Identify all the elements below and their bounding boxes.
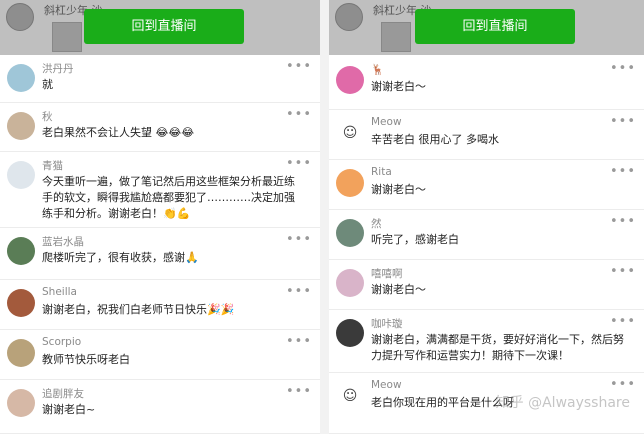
comment-text: 谢谢老白～ <box>371 183 426 196</box>
more-icon[interactable]: ••• <box>286 156 312 171</box>
more-icon[interactable]: ••• <box>610 214 636 229</box>
comment-author[interactable]: 洪丹丹 <box>42 61 74 76</box>
avatar[interactable] <box>7 64 35 92</box>
comment-item: 嘻嘻啊谢谢老白～ ••• <box>329 260 644 310</box>
comment-text: 听完了，感谢老白 <box>371 233 459 246</box>
comment-text: 教师节快乐呀老白 <box>42 353 130 366</box>
more-icon[interactable]: ••• <box>610 164 636 179</box>
more-icon[interactable]: ••• <box>610 61 636 76</box>
comment-text: 谢谢老白～ <box>371 283 426 296</box>
smiley-icon: ☺ <box>342 388 358 404</box>
comment-author[interactable]: Meow <box>371 116 402 128</box>
avatar[interactable] <box>336 319 364 347</box>
comment-text: 谢谢老白，满满都是干货，要好好消化一下，然后努力提升写作和运营实力！期待下一次课… <box>371 333 624 362</box>
avatar[interactable] <box>7 389 35 417</box>
comment-text: 谢谢老白，祝我们白老师节日快乐🎉🎉 <box>42 303 235 316</box>
host-avatar <box>6 3 34 31</box>
more-icon[interactable]: ••• <box>286 334 312 349</box>
avatar[interactable] <box>7 237 35 265</box>
watermark: 知乎 @Alwaysshare <box>495 395 630 411</box>
return-to-live-button[interactable]: 回到直播间 <box>84 9 244 44</box>
comment-item: Sheilla 谢谢老白，祝我们白老师节日快乐🎉🎉 ••• <box>0 280 320 330</box>
avatar[interactable] <box>7 112 35 140</box>
more-icon[interactable]: ••• <box>610 114 636 129</box>
comment-item: 洪丹丹就 ••• <box>0 55 320 103</box>
comment-author[interactable]: Meow <box>371 379 402 391</box>
avatar[interactable]: ☺ <box>336 382 364 410</box>
comment-text: 辛苦老白 很用心了 多喝水 <box>371 133 499 146</box>
return-to-live-button[interactable]: 回到直播间 <box>415 9 575 44</box>
comment-text: 老白果然不会让人失望 😂😂😂 <box>42 126 195 139</box>
comment-author[interactable]: 蓝岩水晶 <box>42 234 84 249</box>
comment-item: 蓝岩水晶爬楼听完了，很有收获，感谢🙏 ••• <box>0 228 320 280</box>
comment-item: Scorpio 教师节快乐呀老白 ••• <box>0 330 320 380</box>
avatar[interactable] <box>336 66 364 94</box>
live-thumbnail <box>381 22 411 52</box>
avatar[interactable] <box>7 289 35 317</box>
comment-item: 青猫今天重听一遍，做了笔记然后用这些框架分析最近练手的软文，瞬得我尴尬癌都要犯了… <box>0 152 320 228</box>
avatar[interactable] <box>336 269 364 297</box>
comment-panel-left: 斜杠少年·沙 回到直播间 洪丹丹就 ••• 秋老白果然不会让人失望 😂😂😂 ••• 青猫… <box>0 0 320 434</box>
comment-author[interactable]: 青猫 <box>42 158 63 173</box>
comment-item: 🦌 谢谢老白～ ••• <box>329 57 644 110</box>
comment-author[interactable]: Rita <box>371 166 392 178</box>
more-icon[interactable]: ••• <box>610 314 636 329</box>
avatar[interactable]: ☺ <box>336 119 364 147</box>
comment-text: 爬楼听完了，很有收获，感谢🙏 <box>42 251 199 264</box>
comment-author[interactable]: 然 <box>371 216 382 231</box>
comment-author[interactable]: Scorpio <box>42 336 81 348</box>
more-icon[interactable]: ••• <box>610 377 636 392</box>
comment-item: 追剧胖友谢谢老白~ ••• <box>0 380 320 434</box>
comment-author[interactable]: 追剧胖友 <box>42 386 84 401</box>
comment-author[interactable]: 🦌 <box>371 63 384 76</box>
more-icon[interactable]: ••• <box>286 284 312 299</box>
smiley-icon: ☺ <box>342 125 358 141</box>
avatar[interactable] <box>7 161 35 189</box>
more-icon[interactable]: ••• <box>286 232 312 247</box>
comment-author[interactable]: 嘻嘻啊 <box>371 266 403 281</box>
comment-item: 咖咔璇谢谢老白，满满都是干货，要好好消化一下，然后努力提升写作和运营实力！期待下… <box>329 310 644 373</box>
comment-text: 就 <box>42 78 53 91</box>
panel-divider <box>320 0 329 434</box>
comment-text: 今天重听一遍，做了笔记然后用这些框架分析最近练手的软文，瞬得我尴尬癌都要犯了……… <box>42 175 295 220</box>
host-avatar <box>335 3 363 31</box>
comment-text: 谢谢老白~ <box>42 403 96 416</box>
comment-author[interactable]: Sheilla <box>42 286 77 298</box>
avatar[interactable] <box>7 339 35 367</box>
more-icon[interactable]: ••• <box>610 264 636 279</box>
comment-author[interactable]: 秋 <box>42 109 53 124</box>
more-icon[interactable]: ••• <box>286 59 312 74</box>
live-thumbnail <box>52 22 82 52</box>
comment-item: 然听完了，感谢老白 ••• <box>329 210 644 260</box>
more-icon[interactable]: ••• <box>286 384 312 399</box>
comment-text: 谢谢老白～ <box>371 80 426 93</box>
avatar[interactable] <box>336 169 364 197</box>
comment-item: ☺ Meow 辛苦老白 很用心了 多喝水 ••• <box>329 110 644 160</box>
comment-item: 秋老白果然不会让人失望 😂😂😂 ••• <box>0 103 320 152</box>
comment-item: Rita 谢谢老白～ ••• <box>329 160 644 210</box>
comment-author[interactable]: 咖咔璇 <box>371 316 403 331</box>
comment-panel-right: 斜杠少年·沙 回到直播间 🦌 谢谢老白～ ••• ☺ Meow 辛苦老白 很用心了 多喝水… <box>329 0 644 434</box>
more-icon[interactable]: ••• <box>286 107 312 122</box>
avatar[interactable] <box>336 219 364 247</box>
